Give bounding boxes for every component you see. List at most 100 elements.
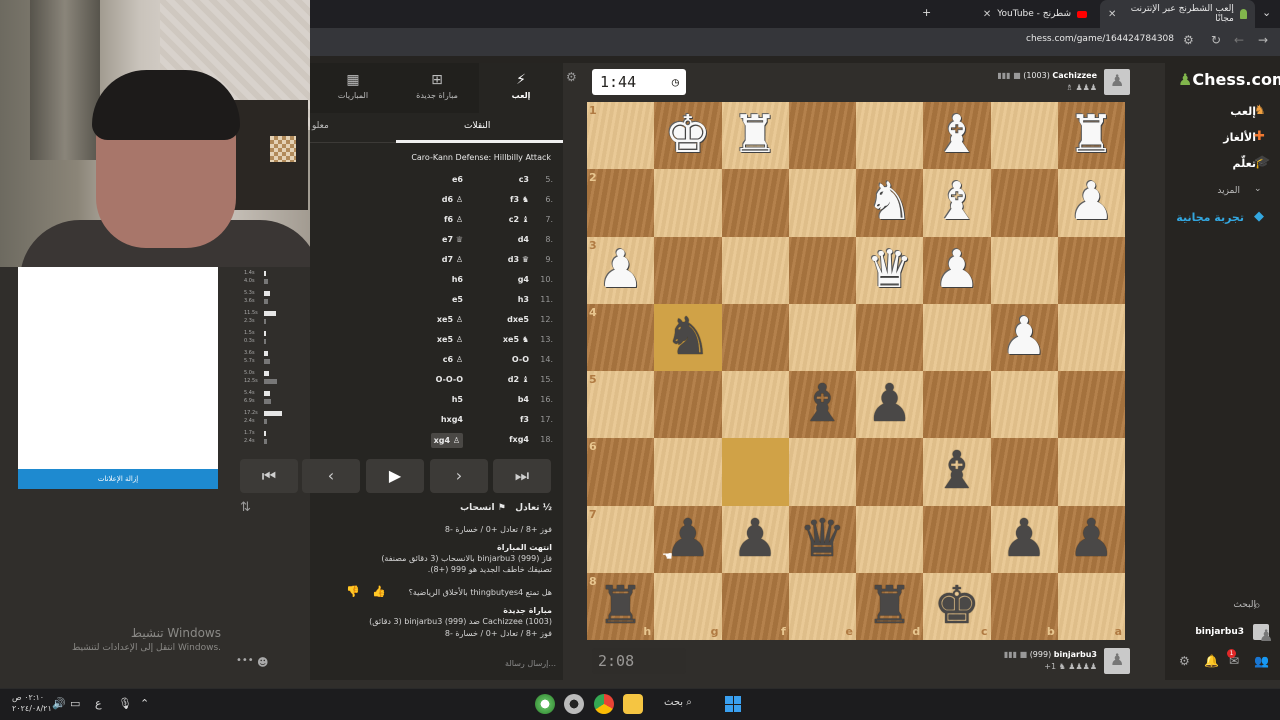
- board-square[interactable]: [788, 438, 856, 506]
- sidebar-search[interactable]: البحث: [1233, 600, 1256, 610]
- board-settings-icon[interactable]: ⚙: [566, 70, 577, 84]
- black-move[interactable]: O-O-O: [436, 375, 463, 384]
- white-move[interactable]: c2 ♝: [509, 215, 529, 224]
- board-square[interactable]: [654, 438, 722, 506]
- black-rook-piece[interactable]: ♜: [856, 573, 923, 640]
- black-move[interactable]: h6: [452, 275, 463, 284]
- sidebar-item-more[interactable]: المزيد: [1217, 186, 1240, 196]
- subtab-info[interactable]: معلو: [312, 121, 329, 131]
- board-square[interactable]: 2: [587, 169, 655, 237]
- free-trial-link[interactable]: تجربة مجانية: [1176, 211, 1244, 224]
- board-square[interactable]: e: [788, 572, 856, 640]
- white-king-piece[interactable]: ♚: [654, 102, 721, 169]
- white-move[interactable]: d2 ♝: [508, 375, 529, 384]
- board-square[interactable]: [856, 303, 924, 371]
- white-bishop-piece[interactable]: ♝: [923, 102, 990, 169]
- reload-icon[interactable]: ↻: [1211, 33, 1221, 47]
- white-rook-piece[interactable]: ♜: [722, 102, 789, 169]
- white-move[interactable]: d4: [518, 235, 529, 244]
- settings-icon[interactable]: ⚙: [1179, 654, 1190, 668]
- board-square[interactable]: [788, 169, 856, 237]
- board-square[interactable]: 5: [587, 371, 655, 439]
- white-move[interactable]: xe5 ♞: [503, 335, 529, 344]
- speaker-icon[interactable]: 🔊: [52, 697, 66, 710]
- tab-search-icon[interactable]: ⌄: [1262, 6, 1271, 19]
- board-square[interactable]: f: [721, 572, 789, 640]
- last-move-button[interactable]: ⏭: [493, 459, 551, 493]
- black-move[interactable]: xe5 ♙: [437, 315, 463, 324]
- board-square[interactable]: 6: [587, 438, 655, 506]
- black-move[interactable]: xe5 ♙: [437, 335, 463, 344]
- white-pawn-piece[interactable]: ♟: [923, 237, 990, 304]
- white-move[interactable]: f3 ♞: [510, 195, 529, 204]
- thumbs-up-icon[interactable]: 👍: [372, 585, 386, 598]
- black-pawn-piece[interactable]: ♟: [991, 506, 1058, 573]
- board-square[interactable]: [788, 303, 856, 371]
- tab-games[interactable]: ▦ المباريات: [311, 63, 395, 113]
- sidebar-item-learn[interactable]: تعلّم: [1233, 157, 1256, 170]
- white-move[interactable]: fxg4: [509, 435, 529, 444]
- microphone-icon[interactable]: 🎙: [118, 697, 132, 710]
- recorder-app-icon[interactable]: [564, 694, 584, 714]
- network-icon[interactable]: ▭: [70, 697, 80, 710]
- remove-ads-button[interactable]: إزالة الإعلانات: [18, 469, 218, 489]
- site-settings-icon[interactable]: ⚙: [1183, 33, 1194, 47]
- board-square[interactable]: [923, 371, 991, 439]
- board-square[interactable]: [1057, 371, 1125, 439]
- board-square[interactable]: [856, 102, 924, 170]
- first-move-button[interactable]: ⏮: [240, 459, 298, 493]
- language-indicator[interactable]: ع: [95, 697, 102, 710]
- chrome-app-icon[interactable]: [594, 694, 614, 714]
- board-square[interactable]: [856, 438, 924, 506]
- notifications-icon[interactable]: 🔔: [1204, 654, 1219, 668]
- resign-button[interactable]: انسحاب: [460, 503, 495, 513]
- white-move[interactable]: c3: [519, 175, 529, 184]
- black-queen-piece[interactable]: ♛: [789, 506, 856, 573]
- next-move-button[interactable]: ›: [430, 459, 488, 493]
- flip-board-icon[interactable]: ⇅: [240, 500, 251, 515]
- white-pawn-piece[interactable]: ♟: [587, 237, 654, 304]
- opponent-avatar[interactable]: [1104, 69, 1130, 95]
- sidebar-item-play[interactable]: إلعب: [1230, 105, 1256, 118]
- sidebar-item-puzzles[interactable]: الألغاز: [1223, 131, 1256, 144]
- chat-input[interactable]: إرسال رسالة...: [505, 659, 556, 668]
- board-square[interactable]: [721, 236, 789, 304]
- taskbar-search[interactable]: بحث ⌕: [664, 697, 692, 708]
- player-avatar[interactable]: [1104, 648, 1130, 674]
- black-move[interactable]: c6 ♙: [443, 355, 463, 364]
- back-icon[interactable]: →: [1258, 33, 1268, 47]
- black-pawn-piece[interactable]: ♟: [856, 371, 923, 438]
- board-square[interactable]: g: [654, 572, 722, 640]
- new-tab-button[interactable]: +: [922, 6, 931, 19]
- white-pawn-piece[interactable]: ♟: [1058, 169, 1125, 236]
- black-move[interactable]: e7 ♕: [442, 235, 463, 244]
- friends-icon[interactable]: 👥: [1254, 654, 1269, 668]
- board-square[interactable]: 7: [587, 505, 655, 573]
- chrome-green-app-icon[interactable]: [535, 694, 555, 714]
- board-square[interactable]: [923, 505, 991, 573]
- chesscom-logo[interactable]: ♟Chess.com: [1178, 70, 1280, 89]
- black-move[interactable]: hxg4: [441, 415, 463, 424]
- board-square[interactable]: [1057, 303, 1125, 371]
- white-move[interactable]: b4: [518, 395, 529, 404]
- board-square[interactable]: [923, 303, 991, 371]
- board-square[interactable]: [721, 371, 789, 439]
- white-pawn-piece[interactable]: ♟: [991, 304, 1058, 371]
- black-move[interactable]: e6: [452, 175, 463, 184]
- board-square[interactable]: [990, 102, 1058, 170]
- black-move[interactable]: e5: [452, 295, 463, 304]
- white-move[interactable]: O-O: [512, 355, 529, 364]
- black-rook-piece[interactable]: ♜: [587, 573, 654, 640]
- board-square[interactable]: [721, 169, 789, 237]
- thumbs-down-icon[interactable]: 👎: [346, 585, 360, 598]
- close-tab-icon[interactable]: ✕: [983, 9, 991, 20]
- board-square[interactable]: a: [1057, 572, 1125, 640]
- white-move[interactable]: f3: [520, 415, 529, 424]
- board-square[interactable]: 4: [587, 303, 655, 371]
- white-queen-piece[interactable]: ♛: [856, 237, 923, 304]
- board-square[interactable]: [788, 102, 856, 170]
- board-square[interactable]: [788, 236, 856, 304]
- black-move[interactable]: xg4 ♙: [430, 433, 463, 448]
- board-square[interactable]: [990, 236, 1058, 304]
- black-move[interactable]: f6 ♙: [444, 215, 463, 224]
